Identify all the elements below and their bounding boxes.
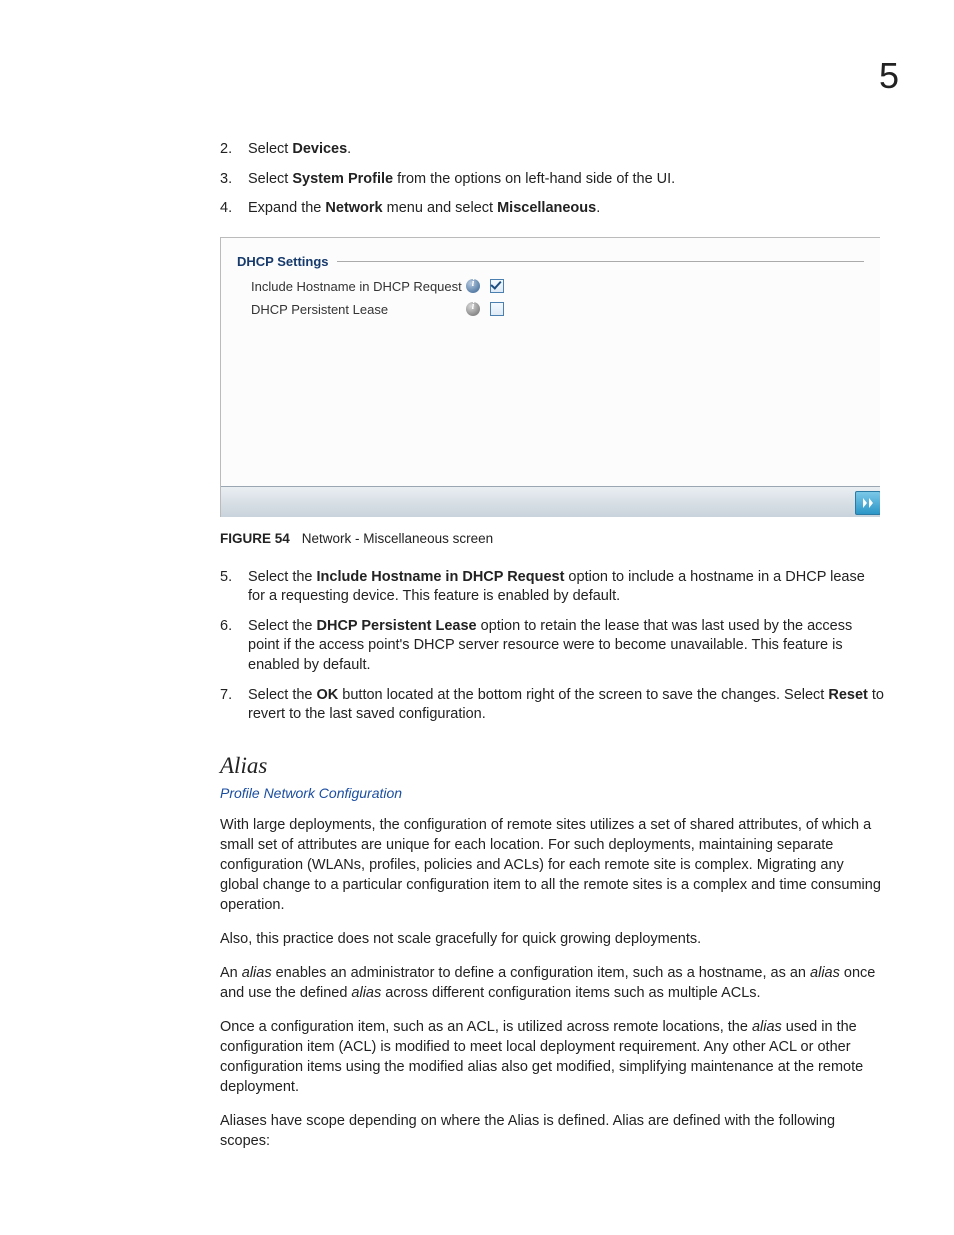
para-scope: Aliases have scope depending on where th… bbox=[220, 1111, 884, 1151]
figure-54: DHCP Settings Include Hostname in DHCP R… bbox=[220, 237, 884, 546]
step-number: 2. bbox=[220, 140, 248, 160]
step-6: 6. Select the DHCP Persistent Lease opti… bbox=[220, 617, 884, 676]
step-2: 2. Select Devices. bbox=[220, 140, 884, 160]
label-include-hostname: Include Hostname in DHCP Request bbox=[251, 279, 466, 294]
step-text: Select the Include Hostname in DHCP Requ… bbox=[248, 568, 884, 607]
next-page-button[interactable] bbox=[855, 491, 880, 515]
step-text: Select the DHCP Persistent Lease option … bbox=[248, 617, 884, 676]
figure-caption-label: FIGURE 54 bbox=[220, 531, 290, 546]
row-persistent-lease: DHCP Persistent Lease bbox=[251, 302, 864, 317]
step-text: Select the OK button located at the bott… bbox=[248, 686, 884, 725]
para-alias-def: An alias enables an administrator to def… bbox=[220, 963, 884, 1003]
info-icon[interactable] bbox=[466, 279, 480, 293]
steps-bottom: 5. Select the Include Hostname in DHCP R… bbox=[220, 568, 884, 725]
fieldset-rule bbox=[337, 261, 865, 262]
row-include-hostname: Include Hostname in DHCP Request bbox=[251, 279, 864, 294]
section-heading-alias: Alias bbox=[220, 753, 884, 779]
step-text: Select System Profile from the options o… bbox=[248, 170, 884, 190]
step-text: Select Devices. bbox=[248, 140, 884, 160]
label-persistent-lease: DHCP Persistent Lease bbox=[251, 302, 466, 317]
checkbox-include-hostname[interactable] bbox=[490, 279, 504, 293]
para-alias-once: Once a configuration item, such as an AC… bbox=[220, 1017, 884, 1097]
profile-network-config-link[interactable]: Profile Network Configuration bbox=[220, 785, 884, 801]
figure-screenshot: DHCP Settings Include Hostname in DHCP R… bbox=[220, 237, 880, 517]
step-5: 5. Select the Include Hostname in DHCP R… bbox=[220, 568, 884, 607]
dhcp-settings-fieldset: DHCP Settings bbox=[237, 254, 864, 269]
fieldset-legend: DHCP Settings bbox=[237, 254, 329, 269]
info-icon[interactable] bbox=[466, 302, 480, 316]
step-number: 6. bbox=[220, 617, 248, 676]
para-intro: With large deployments, the configuratio… bbox=[220, 815, 884, 915]
figure-caption-text: Network - Miscellaneous screen bbox=[302, 531, 493, 546]
step-number: 7. bbox=[220, 686, 248, 725]
chapter-number: 5 bbox=[879, 55, 899, 97]
checkbox-persistent-lease[interactable] bbox=[490, 302, 504, 316]
para-scale: Also, this practice does not scale grace… bbox=[220, 929, 884, 949]
step-number: 5. bbox=[220, 568, 248, 607]
step-4: 4. Expand the Network menu and select Mi… bbox=[220, 199, 884, 219]
step-7: 7. Select the OK button located at the b… bbox=[220, 686, 884, 725]
step-3: 3. Select System Profile from the option… bbox=[220, 170, 884, 190]
steps-top: 2. Select Devices. 3. Select System Prof… bbox=[220, 140, 884, 219]
step-number: 3. bbox=[220, 170, 248, 190]
step-number: 4. bbox=[220, 199, 248, 219]
step-text: Expand the Network menu and select Misce… bbox=[248, 199, 884, 219]
figure-caption: FIGURE 54 Network - Miscellaneous screen bbox=[220, 531, 884, 546]
figure-footer-bar bbox=[221, 486, 880, 517]
